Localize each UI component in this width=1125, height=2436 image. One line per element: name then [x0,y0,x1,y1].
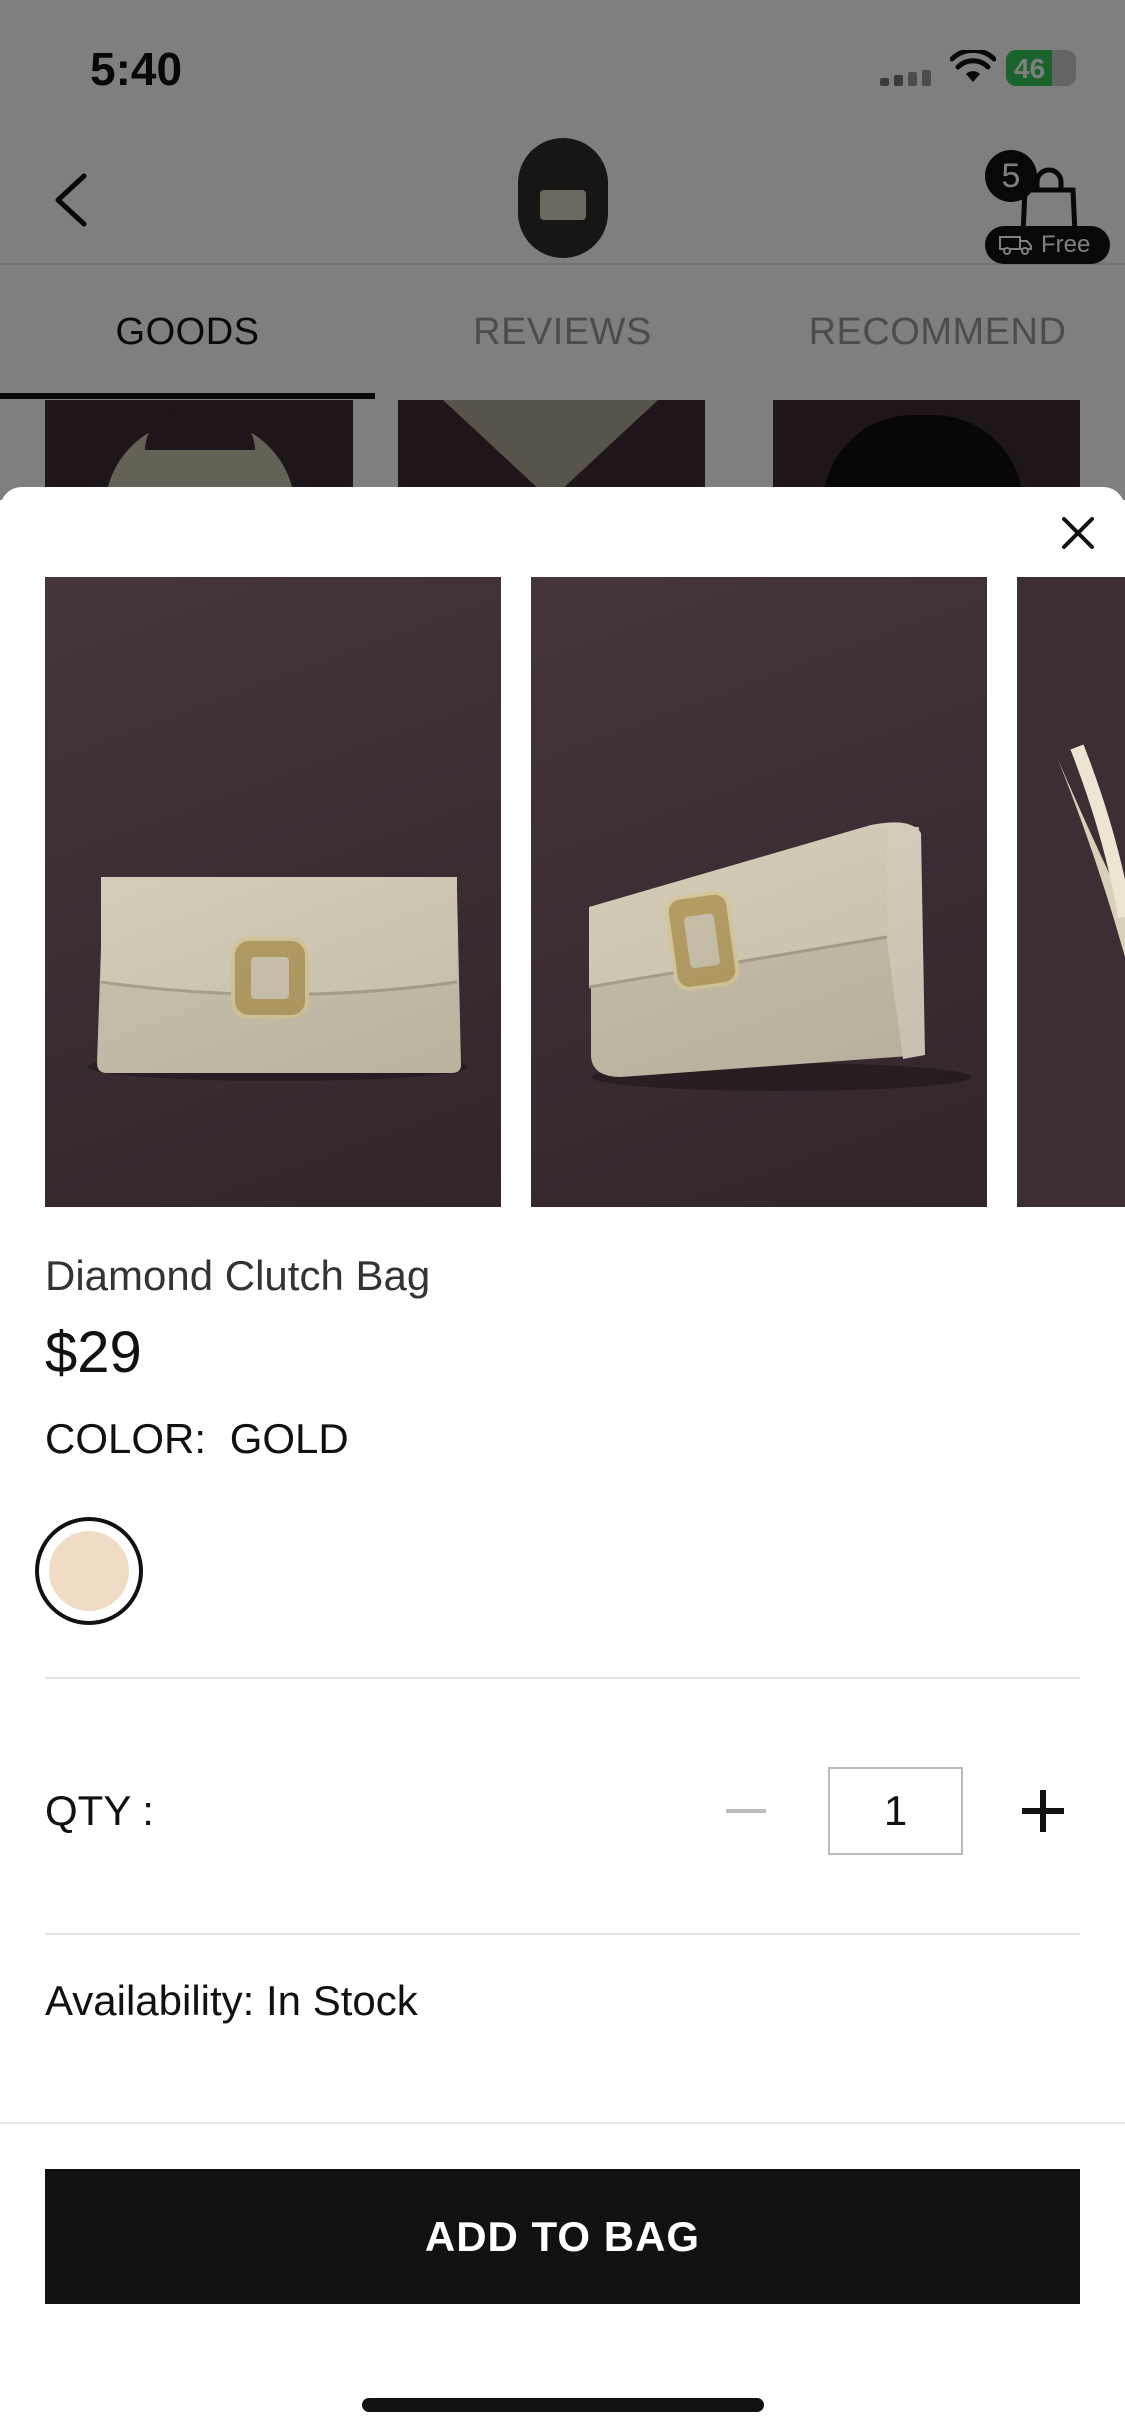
color-label: COLOR: [45,1415,207,1462]
availability-status: Availability: In Stock [45,1977,418,2024]
footer-divider [0,2122,1125,2124]
minus-icon[interactable] [726,1809,766,1813]
color-value: GOLD [229,1415,349,1462]
product-gallery[interactable] [45,577,1125,1207]
color-selection-label: COLOR: GOLD [45,1415,361,1463]
plus-icon[interactable] [1022,1790,1064,1832]
qty-label: QTY : [45,1787,154,1834]
dim-overlay[interactable] [0,0,1125,500]
color-swatch-gold[interactable] [35,1517,143,1625]
add-to-bag-button[interactable]: ADD TO BAG [45,2169,1080,2304]
product-photo-3[interactable] [1017,577,1125,1207]
close-icon[interactable] [1052,507,1104,559]
background-page: 5:40 46 5 [0,0,1125,500]
divider [45,1677,1080,1679]
divider [45,1933,1080,1935]
product-quick-view-sheet: Diamond Clutch Bag $29 COLOR: GOLD QTY :… [0,487,1125,2436]
clutch-side-image [1057,744,1125,957]
product-photo-2[interactable] [531,577,987,1207]
home-indicator[interactable] [362,2398,764,2412]
product-name: Diamond Clutch Bag [45,1252,431,1299]
product-price: $29 [45,1320,142,1385]
swatch-fill [49,1531,129,1611]
qty-input[interactable]: 1 [828,1767,963,1855]
product-photo-1[interactable] [45,577,501,1207]
